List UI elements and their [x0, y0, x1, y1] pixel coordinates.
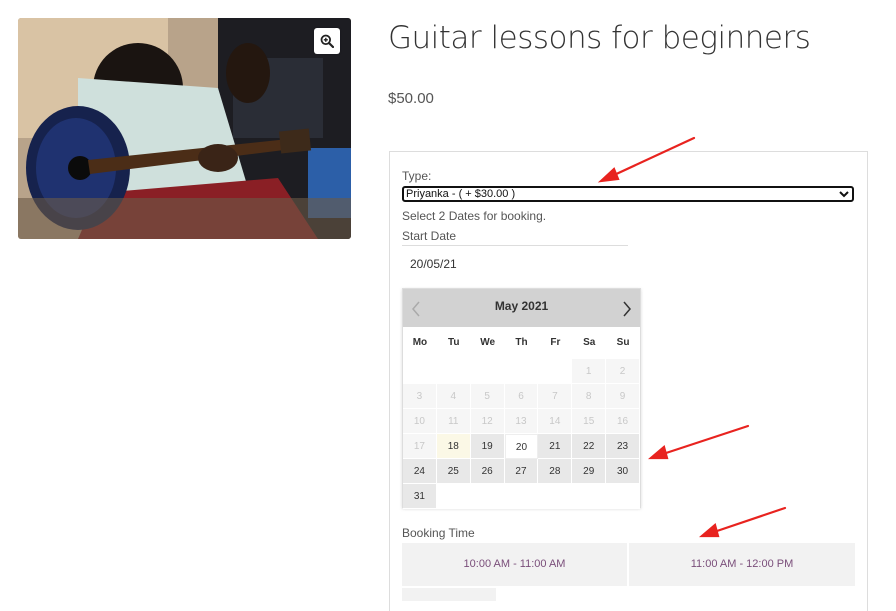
booking-time-label: Booking Time	[402, 526, 475, 540]
calendar-day[interactable]: 24	[403, 459, 437, 484]
time-slot-3[interactable]	[402, 588, 496, 601]
calendar-day: 9	[606, 384, 640, 409]
calendar-day: 17	[403, 434, 437, 459]
type-select-value: Priyanka - ( + $30.00 )	[406, 188, 516, 200]
calendar-day[interactable]: 26	[470, 459, 505, 484]
time-slot-1[interactable]: 10:00 AM - 11:00 AM	[402, 543, 627, 586]
calendar-empty-cell	[606, 484, 640, 509]
chevron-left-icon[interactable]	[405, 289, 427, 327]
start-date-input[interactable]: 20/05/21	[402, 245, 628, 279]
calendar-header: May 2021	[403, 289, 640, 327]
calendar-day[interactable]: 22	[572, 434, 607, 459]
product-price: $50.00	[388, 90, 434, 107]
weekday-label: Mo	[412, 337, 428, 348]
calendar-day: 11	[436, 409, 471, 434]
start-date-label: Start Date	[402, 229, 457, 243]
date-picker: May 2021 Mo Tu We Th Fr Sa Su 1 2 3 4 5 6 7 8 9 10 11 12 1…	[402, 288, 641, 509]
calendar-day: 10	[403, 409, 437, 434]
calendar-day: 3	[403, 384, 437, 409]
calendar-day[interactable]: 23	[606, 434, 640, 459]
calendar-month: May 2021	[494, 299, 549, 313]
calendar-day: 15	[572, 409, 607, 434]
time-slot-2[interactable]: 11:00 AM - 12:00 PM	[629, 543, 855, 586]
calendar-day: 16	[606, 409, 640, 434]
calendar-empty-cell	[538, 359, 573, 384]
calendar-empty-cell	[538, 484, 573, 509]
calendar-empty-cell	[470, 359, 505, 384]
chevron-down-icon	[839, 189, 849, 201]
weekday-label: We	[480, 337, 496, 348]
weekday-label: Sa	[583, 337, 596, 348]
type-label: Type:	[402, 169, 432, 183]
zoom-button[interactable]	[314, 28, 340, 54]
calendar-day[interactable]: 28	[538, 459, 573, 484]
calendar-day[interactable]: 19	[470, 434, 505, 459]
calendar-day: 1	[572, 359, 607, 384]
calendar-day[interactable]: 30	[606, 459, 640, 484]
calendar-day: 7	[538, 384, 573, 409]
weekday-label: Th	[515, 337, 528, 348]
type-select[interactable]: Priyanka - ( + $30.00 )	[402, 186, 854, 202]
calendar-day[interactable]: 18	[436, 434, 471, 459]
chevron-right-icon[interactable]	[616, 289, 638, 327]
calendar-day[interactable]: 25	[436, 459, 471, 484]
calendar-empty-cell	[436, 359, 471, 384]
calendar-empty-cell	[504, 359, 539, 384]
calendar-day[interactable]: 21	[538, 434, 573, 459]
calendar-day: 5	[470, 384, 505, 409]
weekday-label: Tu	[448, 337, 460, 348]
calendar-day: 12	[470, 409, 505, 434]
calendar-day[interactable]: 29	[572, 459, 607, 484]
calendar-day[interactable]: 20	[504, 434, 539, 459]
calendar-day: 4	[436, 384, 471, 409]
calendar-empty-cell	[436, 484, 471, 509]
calendar-day: 14	[538, 409, 573, 434]
calendar-day: 2	[606, 359, 640, 384]
product-title: Guitar lessons for beginners	[388, 20, 811, 56]
calendar-empty-cell	[403, 359, 437, 384]
calendar-day[interactable]: 27	[504, 459, 539, 484]
calendar-day: 6	[504, 384, 539, 409]
calendar-empty-cell	[470, 484, 505, 509]
calendar-empty-cell	[572, 484, 607, 509]
select-dates-hint: Select 2 Dates for booking.	[402, 209, 547, 223]
magnifier-plus-icon	[320, 34, 334, 48]
calendar-empty-cell	[504, 484, 539, 509]
guitar-photo	[18, 18, 351, 239]
calendar-day: 13	[504, 409, 539, 434]
day-grid: 1 2 3 4 5 6 7 8 9 10 11 12 13 14 15 16 17 18 19 20 21 22 23 24 2…	[403, 359, 640, 509]
product-image[interactable]	[18, 18, 351, 239]
calendar-day: 8	[572, 384, 607, 409]
weekday-label: Su	[616, 337, 630, 348]
calendar-day[interactable]: 31	[403, 484, 437, 509]
weekday-row: Mo Tu We Th Fr Sa Su	[403, 327, 640, 359]
weekday-label: Fr	[550, 337, 561, 348]
